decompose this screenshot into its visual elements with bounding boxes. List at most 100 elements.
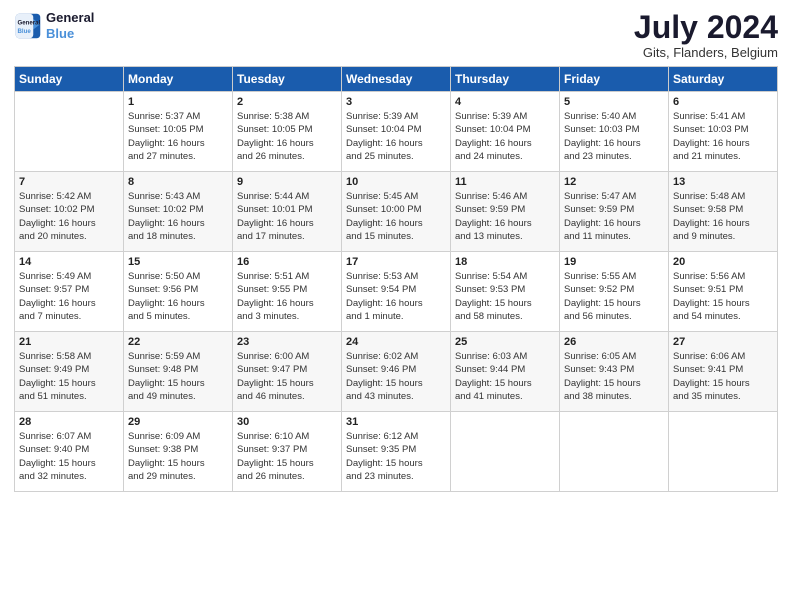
calendar-cell: 6 Sunrise: 5:41 AM Sunset: 10:03 PM Dayli… [669, 92, 778, 172]
cell-content: Sunrise: 5:44 AM Sunset: 10:01 PM Daylig… [237, 190, 337, 243]
date-number: 14 [19, 256, 119, 268]
date-number: 2 [237, 96, 337, 108]
calendar-cell [451, 412, 560, 492]
cell-content: Sunrise: 5:46 AM Sunset: 9:59 PM Dayligh… [455, 190, 555, 243]
date-number: 19 [564, 256, 664, 268]
cell-content: Sunrise: 6:07 AM Sunset: 9:40 PM Dayligh… [19, 430, 119, 483]
cell-content: Sunrise: 6:06 AM Sunset: 9:41 PM Dayligh… [673, 350, 773, 403]
date-number: 20 [673, 256, 773, 268]
date-number: 5 [564, 96, 664, 108]
calendar-cell: 29 Sunrise: 6:09 AM Sunset: 9:38 PM Dayli… [124, 412, 233, 492]
cell-content: Sunrise: 5:56 AM Sunset: 9:51 PM Dayligh… [673, 270, 773, 323]
cell-content: Sunrise: 5:48 AM Sunset: 9:58 PM Dayligh… [673, 190, 773, 243]
calendar-cell: 15Sunrise: 5:50 AM Sunset: 9:56 PM Dayli… [124, 252, 233, 332]
col-header-sunday: Sunday [15, 67, 124, 92]
cell-content: Sunrise: 5:59 AM Sunset: 9:48 PM Dayligh… [128, 350, 228, 403]
cell-content: Sunrise: 6:10 AM Sunset: 9:37 PM Dayligh… [237, 430, 337, 483]
calendar-cell: 4Sunrise: 5:39 AM Sunset: 10:04 PM Dayli… [451, 92, 560, 172]
date-number: 8 [128, 176, 228, 188]
cell-content: Sunrise: 5:47 AM Sunset: 9:59 PM Dayligh… [564, 190, 664, 243]
cell-content: Sunrise: 5:41 AM Sunset: 10:03 PM Daylig… [673, 110, 773, 163]
calendar-cell: 26 Sunrise: 6:05 AM Sunset: 9:43 PM Dayli… [560, 332, 669, 412]
date-number: 12 [564, 176, 664, 188]
title-block: July 2024 Gits, Flanders, Belgium [634, 10, 778, 60]
cell-content: Sunrise: 5:50 AM Sunset: 9:56 PM Dayligh… [128, 270, 228, 323]
location: Gits, Flanders, Belgium [634, 45, 778, 60]
date-number: 16 [237, 256, 337, 268]
cell-content: Sunrise: 5:51 AM Sunset: 9:55 PM Dayligh… [237, 270, 337, 323]
date-number: 25 [455, 336, 555, 348]
calendar-cell: 8 Sunrise: 5:43 AM Sunset: 10:02 PM Dayli… [124, 172, 233, 252]
calendar-cell: 9 Sunrise: 5:44 AM Sunset: 10:01 PM Dayli… [233, 172, 342, 252]
table-header-row: SundayMondayTuesdayWednesdayThursdayFrid… [15, 67, 778, 92]
date-number: 22 [128, 336, 228, 348]
calendar-cell: 22 Sunrise: 5:59 AM Sunset: 9:48 PM Dayli… [124, 332, 233, 412]
date-number: 9 [237, 176, 337, 188]
col-header-thursday: Thursday [451, 67, 560, 92]
date-number: 7 [19, 176, 119, 188]
calendar-cell: 23 Sunrise: 6:00 AM Sunset: 9:47 PM Dayli… [233, 332, 342, 412]
svg-text:Blue: Blue [18, 28, 32, 35]
cell-content: Sunrise: 5:45 AM Sunset: 10:00 PM Daylig… [346, 190, 446, 243]
calendar-cell: 2 Sunrise: 5:38 AM Sunset: 10:05 PM Dayli… [233, 92, 342, 172]
table-row: 7Sunrise: 5:42 AM Sunset: 10:02 PM Dayli… [15, 172, 778, 252]
cell-content: Sunrise: 5:58 AM Sunset: 9:49 PM Dayligh… [19, 350, 119, 403]
calendar-cell: 5Sunrise: 5:40 AM Sunset: 10:03 PM Dayli… [560, 92, 669, 172]
cell-content: Sunrise: 5:43 AM Sunset: 10:02 PM Daylig… [128, 190, 228, 243]
table-row: 21 Sunrise: 5:58 AM Sunset: 9:49 PM Dayli… [15, 332, 778, 412]
date-number: 29 [128, 416, 228, 428]
table-row: 28 Sunrise: 6:07 AM Sunset: 9:40 PM Dayli… [15, 412, 778, 492]
cell-content: Sunrise: 5:55 AM Sunset: 9:52 PM Dayligh… [564, 270, 664, 323]
calendar-cell: 17 Sunrise: 5:53 AM Sunset: 9:54 PM Dayli… [342, 252, 451, 332]
calendar-cell: 31Sunrise: 6:12 AM Sunset: 9:35 PM Dayli… [342, 412, 451, 492]
cell-content: Sunrise: 5:49 AM Sunset: 9:57 PM Dayligh… [19, 270, 119, 323]
calendar-cell: 24 Sunrise: 6:02 AM Sunset: 9:46 PM Dayli… [342, 332, 451, 412]
calendar-cell: 21 Sunrise: 5:58 AM Sunset: 9:49 PM Dayli… [15, 332, 124, 412]
svg-text:General: General [18, 19, 41, 26]
main-container: General Blue General Blue July 2024 Gits… [0, 0, 792, 502]
header: General Blue General Blue July 2024 Gits… [14, 10, 778, 60]
date-number: 30 [237, 416, 337, 428]
calendar-cell: 20 Sunrise: 5:56 AM Sunset: 9:51 PM Dayli… [669, 252, 778, 332]
calendar-cell: 18Sunrise: 5:54 AM Sunset: 9:53 PM Dayli… [451, 252, 560, 332]
col-header-monday: Monday [124, 67, 233, 92]
cell-content: Sunrise: 6:12 AM Sunset: 9:35 PM Dayligh… [346, 430, 446, 483]
cell-content: Sunrise: 5:37 AM Sunset: 10:05 PM Daylig… [128, 110, 228, 163]
date-number: 4 [455, 96, 555, 108]
cell-content: Sunrise: 6:00 AM Sunset: 9:47 PM Dayligh… [237, 350, 337, 403]
cell-content: Sunrise: 5:54 AM Sunset: 9:53 PM Dayligh… [455, 270, 555, 323]
cell-content: Sunrise: 6:02 AM Sunset: 9:46 PM Dayligh… [346, 350, 446, 403]
col-header-wednesday: Wednesday [342, 67, 451, 92]
date-number: 10 [346, 176, 446, 188]
calendar-cell: 28 Sunrise: 6:07 AM Sunset: 9:40 PM Dayli… [15, 412, 124, 492]
table-row: 1Sunrise: 5:37 AM Sunset: 10:05 PM Dayli… [15, 92, 778, 172]
calendar-cell: 12 Sunrise: 5:47 AM Sunset: 9:59 PM Dayli… [560, 172, 669, 252]
table-row: 14 Sunrise: 5:49 AM Sunset: 9:57 PM Dayli… [15, 252, 778, 332]
date-number: 21 [19, 336, 119, 348]
col-header-tuesday: Tuesday [233, 67, 342, 92]
calendar-cell: 13 Sunrise: 5:48 AM Sunset: 9:58 PM Dayli… [669, 172, 778, 252]
logo-icon: General Blue [14, 12, 42, 40]
cell-content: Sunrise: 5:53 AM Sunset: 9:54 PM Dayligh… [346, 270, 446, 323]
calendar-cell [15, 92, 124, 172]
col-header-friday: Friday [560, 67, 669, 92]
date-number: 23 [237, 336, 337, 348]
cell-content: Sunrise: 6:05 AM Sunset: 9:43 PM Dayligh… [564, 350, 664, 403]
date-number: 17 [346, 256, 446, 268]
cell-content: Sunrise: 6:09 AM Sunset: 9:38 PM Dayligh… [128, 430, 228, 483]
date-number: 27 [673, 336, 773, 348]
calendar-cell: 16 Sunrise: 5:51 AM Sunset: 9:55 PM Dayli… [233, 252, 342, 332]
calendar-cell: 14 Sunrise: 5:49 AM Sunset: 9:57 PM Dayli… [15, 252, 124, 332]
calendar-cell: 3Sunrise: 5:39 AM Sunset: 10:04 PM Dayli… [342, 92, 451, 172]
calendar-cell: 27 Sunrise: 6:06 AM Sunset: 9:41 PM Dayli… [669, 332, 778, 412]
col-header-saturday: Saturday [669, 67, 778, 92]
cell-content: Sunrise: 5:38 AM Sunset: 10:05 PM Daylig… [237, 110, 337, 163]
date-number: 6 [673, 96, 773, 108]
date-number: 11 [455, 176, 555, 188]
date-number: 28 [19, 416, 119, 428]
date-number: 24 [346, 336, 446, 348]
date-number: 13 [673, 176, 773, 188]
date-number: 26 [564, 336, 664, 348]
calendar-table: SundayMondayTuesdayWednesdayThursdayFrid… [14, 66, 778, 492]
calendar-cell: 30 Sunrise: 6:10 AM Sunset: 9:37 PM Dayli… [233, 412, 342, 492]
